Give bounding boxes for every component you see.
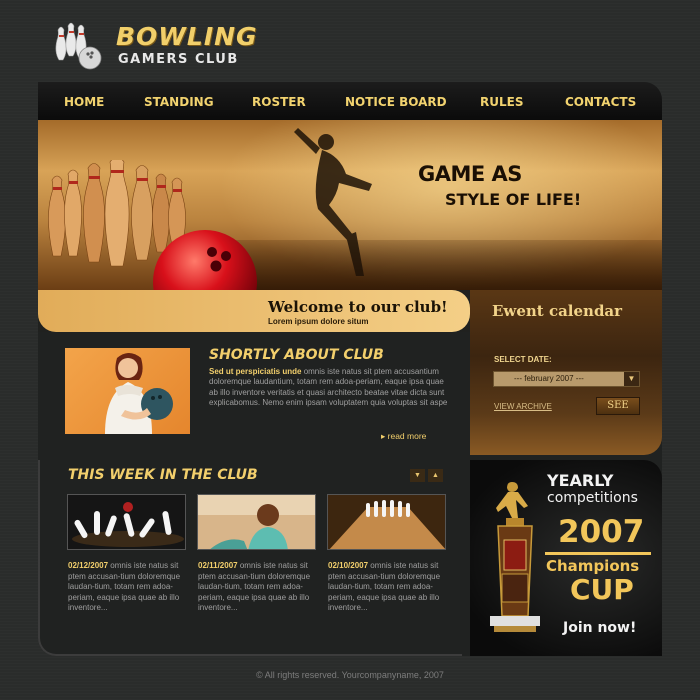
date-select[interactable]: --- february 2007 --- ▼ xyxy=(493,371,640,387)
news-thumb-1[interactable] xyxy=(67,494,186,550)
bowler-silhouette-icon xyxy=(294,128,372,276)
woman-with-ball-image xyxy=(105,353,173,434)
trophy-icon xyxy=(490,482,540,632)
news-item-1: 02/12/2007 omnis iste natus sit ptem acc… xyxy=(68,561,190,614)
cup-title: CUP xyxy=(570,573,634,606)
nav-roster[interactable]: ROSTER xyxy=(252,95,306,109)
bowling-pins-icon xyxy=(55,22,102,70)
main-nav: HOME STANDING ROSTER NOTICE BOARD RULES … xyxy=(38,82,662,120)
week-panel xyxy=(38,460,462,656)
cup-promo[interactable]: YEARLY competitions 2007 Champions CUP J… xyxy=(470,460,662,656)
week-title: THIS WEEK IN THE CLUB xyxy=(68,467,258,483)
pins-strike-image xyxy=(68,495,185,549)
welcome-subtitle: Lorem ipsum dolore situm xyxy=(268,317,369,326)
logo-subtitle: GAMERS CLUB xyxy=(118,52,239,67)
cup-competitions: competitions xyxy=(547,490,638,506)
cup-year: 2007 xyxy=(558,514,645,550)
event-calendar: Ewent calendar SELECT DATE: --- february… xyxy=(470,290,662,455)
welcome-title: Welcome to our club! xyxy=(268,298,448,316)
welcome-bar: Welcome to our club! Lorem ipsum dolore … xyxy=(38,290,470,332)
arrow-right-icon: ▸ xyxy=(381,431,388,441)
hero-headline: GAME AS xyxy=(418,162,522,186)
news-date-3[interactable]: 02/10/2007 xyxy=(328,561,368,570)
nav-home[interactable]: HOME xyxy=(64,95,104,109)
about-title: SHORTLY ABOUT CLUB xyxy=(209,347,384,363)
view-archive-link[interactable]: VIEW ARCHIVE xyxy=(494,402,552,411)
nav-standing[interactable]: STANDING xyxy=(144,95,214,109)
logo-title: BOWLING xyxy=(116,22,258,51)
arrow-down-icon[interactable]: ▼ xyxy=(410,469,425,482)
nav-notice-board[interactable]: NOTICE BOARD xyxy=(345,95,447,109)
see-button[interactable]: SEE xyxy=(596,397,640,415)
news-thumb-3[interactable] xyxy=(327,494,446,550)
smiling-player-image xyxy=(198,495,315,549)
footer-copyright: © All rights reserved. Yourcompanyname, … xyxy=(256,670,444,680)
news-thumb-2[interactable] xyxy=(197,494,316,550)
news-item-3: 02/10/2007 omnis iste natus sit ptem acc… xyxy=(328,561,450,614)
news-date-1[interactable]: 02/12/2007 xyxy=(68,561,108,570)
welcome-panel: Welcome to our club! Lorem ipsum dolore … xyxy=(38,290,470,332)
read-more-link[interactable]: ▸ read more xyxy=(381,431,426,442)
about-text: Sed ut perspiciatis unde omnis iste natu… xyxy=(209,367,449,409)
date-select-value: --- february 2007 --- xyxy=(514,374,584,383)
select-date-label: SELECT DATE: xyxy=(494,355,552,364)
bowling-lane-image xyxy=(328,495,445,549)
news-date-2[interactable]: 02/11/2007 xyxy=(198,561,238,570)
read-more-label: read more xyxy=(387,431,427,441)
hero-subheadline: STYLE OF LIFE! xyxy=(445,190,582,209)
hero-banner: GAME AS STYLE OF LIFE! xyxy=(38,120,662,290)
join-now-button[interactable]: Join now! xyxy=(563,620,636,636)
cup-divider xyxy=(545,552,651,555)
calendar-title: Ewent calendar xyxy=(492,302,623,320)
nav-contacts[interactable]: CONTACTS xyxy=(565,95,636,109)
nav-rules[interactable]: RULES xyxy=(480,95,523,109)
chevron-down-icon[interactable]: ▼ xyxy=(624,372,639,386)
about-lead: Sed ut perspiciatis unde xyxy=(209,367,302,376)
about-photo xyxy=(65,348,190,434)
bowling-ball-icon xyxy=(153,230,257,290)
cup-yearly: YEARLY xyxy=(547,471,614,490)
arrow-up-icon[interactable]: ▲ xyxy=(428,469,443,482)
site-logo[interactable]: BOWLING GAMERS CLUB xyxy=(50,20,280,72)
news-item-2: 02/11/2007 omnis iste natus sit ptem acc… xyxy=(198,561,320,614)
